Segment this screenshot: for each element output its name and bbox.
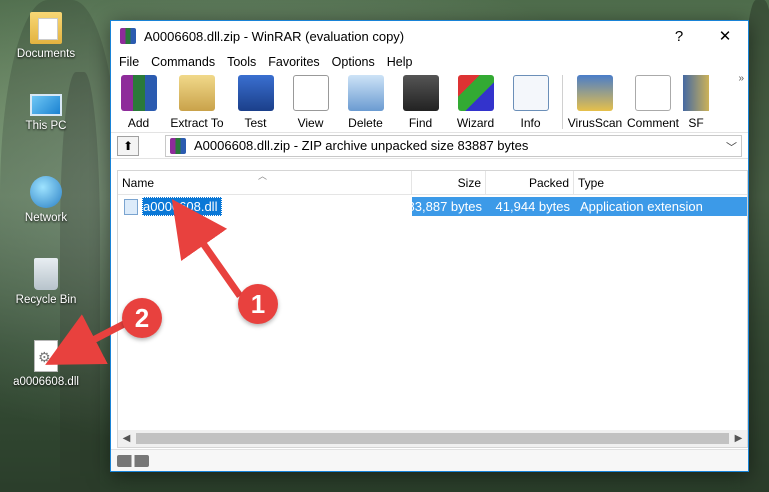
menu-file[interactable]: File [113, 55, 145, 69]
dll-file-icon [34, 340, 58, 372]
annotation-badge-2: 2 [122, 298, 162, 338]
menu-help[interactable]: Help [381, 55, 419, 69]
delete-button[interactable]: Delete [338, 75, 393, 130]
file-name: a0006608.dll [142, 197, 223, 216]
sort-indicator-icon: ︿ [258, 171, 268, 181]
file-list-header: ︿ Name Size Packed Type [118, 170, 747, 195]
close-button[interactable]: ✕ [702, 21, 748, 51]
add-button[interactable]: Add [111, 75, 166, 130]
desktop-icon-label: Recycle Bin [15, 294, 77, 306]
toolbar: Add Extract To Test View Delete Find Wiz… [111, 73, 748, 133]
network-icon [30, 176, 62, 208]
virusscan-label: VirusScan [567, 116, 623, 130]
menu-bar: File Commands Tools Favorites Options He… [111, 51, 748, 73]
horizontal-scrollbar[interactable]: ◀ ▶ [118, 430, 747, 447]
desktop-icon-this-pc[interactable]: This PC [8, 94, 84, 132]
file-details: 83,887 bytes 41,944 bytes Application ex… [412, 197, 747, 216]
wizard-icon [457, 75, 494, 111]
desktop-icon-dll-file[interactable]: a0006608.dll [8, 340, 84, 388]
archive-path-dropdown[interactable]: A0006608.dll.zip - ZIP archive unpacked … [165, 134, 742, 157]
info-label: Info [520, 116, 541, 130]
wizard-button[interactable]: Wizard [448, 75, 503, 130]
table-row[interactable]: a0006608.dll 83,887 bytes 41,944 bytes A… [118, 197, 747, 216]
delete-label: Delete [348, 116, 383, 130]
sfx-label: SF [688, 116, 704, 130]
file-packed: 41,944 bytes [495, 199, 570, 214]
sfx-icon [683, 75, 709, 111]
window-title: A0006608.dll.zip - WinRAR (evaluation co… [144, 28, 405, 44]
scroll-left-icon[interactable]: ◀ [118, 433, 135, 444]
test-label: Test [244, 116, 267, 130]
help-button[interactable]: ? [656, 21, 702, 51]
scroll-right-icon[interactable]: ▶ [730, 433, 747, 444]
find-label: Find [408, 116, 433, 130]
view-glasses-icon [292, 75, 329, 111]
zip-archive-icon [170, 137, 186, 154]
extract-to-label: Extract To [170, 116, 224, 130]
add-archive-icon [120, 75, 157, 111]
winrar-window: A0006608.dll.zip - WinRAR (evaluation co… [110, 20, 749, 472]
file-size: 83,887 bytes [412, 199, 482, 214]
toolbar-separator [562, 75, 563, 129]
delete-icon [347, 75, 384, 111]
desktop-icon-label: Network [24, 212, 68, 224]
extract-to-button[interactable]: Extract To [166, 75, 228, 130]
dll-file-icon [124, 198, 138, 215]
annotation-badge-1: 1 [238, 284, 278, 324]
menu-tools[interactable]: Tools [221, 55, 262, 69]
chevron-down-icon[interactable]: ﹀ [726, 139, 737, 155]
drive-key-icon[interactable] [117, 454, 149, 467]
test-icon [237, 75, 274, 111]
toolbar-more-icon[interactable]: » [738, 73, 744, 84]
scroll-thumb[interactable] [136, 433, 729, 444]
winrar-app-icon [120, 28, 136, 44]
comment-button[interactable]: Comment [623, 75, 683, 130]
column-header-type[interactable]: Type [574, 171, 747, 195]
comment-label: Comment [626, 116, 679, 130]
title-bar[interactable]: A0006608.dll.zip - WinRAR (evaluation co… [111, 21, 748, 51]
archive-path-text: A0006608.dll.zip - ZIP archive unpacked … [194, 138, 529, 153]
up-arrow-icon: ⬆ [122, 138, 134, 153]
comment-icon [635, 75, 671, 111]
desktop-icon-label: a0006608.dll [13, 376, 79, 388]
test-button[interactable]: Test [228, 75, 283, 130]
file-type: Application extension [580, 199, 703, 214]
menu-favorites[interactable]: Favorites [262, 55, 325, 69]
desktop-icon-label: This PC [25, 120, 67, 132]
desktop-icon-recycle-bin[interactable]: Recycle Bin [8, 258, 84, 306]
path-bar: ⬆ A0006608.dll.zip - ZIP archive unpacke… [111, 133, 748, 159]
view-button[interactable]: View [283, 75, 338, 130]
find-button[interactable]: Find [393, 75, 448, 130]
status-bar [111, 449, 748, 471]
file-name-cell: a0006608.dll [118, 197, 412, 216]
desktop-icon-network[interactable]: Network [8, 176, 84, 224]
add-label: Add [127, 116, 150, 130]
desktop-icon-label: Documents [16, 48, 76, 60]
wizard-label: Wizard [456, 116, 495, 130]
file-list: ︿ Name Size Packed Type a0006608.dll 83,… [117, 170, 748, 448]
sfx-button[interactable]: SF [683, 75, 709, 130]
recycle-bin-icon [34, 258, 58, 290]
virusscan-icon [577, 75, 613, 111]
column-header-size[interactable]: Size [412, 170, 486, 195]
column-header-packed[interactable]: Packed [486, 170, 574, 195]
computer-icon [30, 94, 62, 116]
menu-options[interactable]: Options [326, 55, 381, 69]
binoculars-icon [402, 75, 439, 111]
info-icon [512, 75, 549, 111]
desktop-icon-documents[interactable]: Documents [8, 12, 84, 60]
view-label: View [297, 116, 324, 130]
virusscan-button[interactable]: VirusScan [567, 75, 623, 130]
menu-commands[interactable]: Commands [145, 55, 221, 69]
extract-icon [179, 75, 215, 111]
folder-icon [30, 12, 62, 44]
info-button[interactable]: Info [503, 75, 558, 130]
up-folder-button[interactable]: ⬆ [117, 135, 139, 156]
